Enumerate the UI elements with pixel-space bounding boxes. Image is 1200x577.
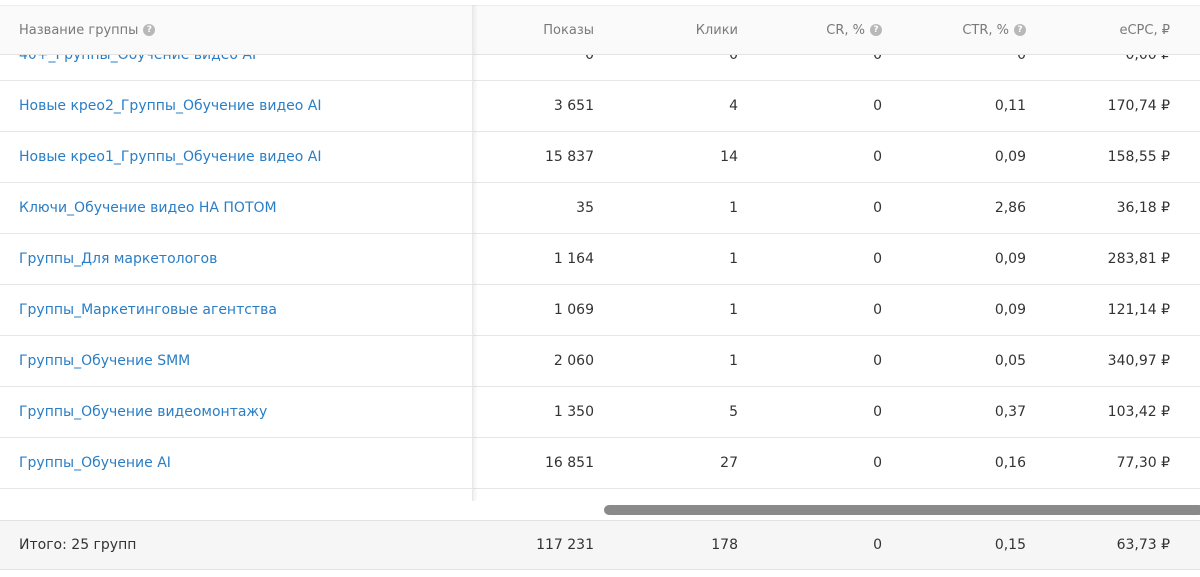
ecpc-value: 36,18 ₽ (1116, 200, 1170, 216)
column-header-ctr[interactable]: CTR, % ? (962, 6, 1026, 54)
ecpc-value: 158,55 ₽ (1107, 149, 1170, 165)
ecpc-value: 340,97 ₽ (1107, 353, 1170, 369)
group-name-link[interactable]: Новые крео1_Группы_Обучение видео AI (19, 149, 321, 165)
table-row[interactable]: Группы_Маркетинговые агентства 1 069 1 0… (0, 285, 1200, 336)
table-row[interactable]: Новые крео1_Группы_Обучение видео AI 15 … (0, 132, 1200, 183)
table-row[interactable]: Новые крео2_Группы_Обучение видео AI 3 6… (0, 81, 1200, 132)
totals-ecpc: 63,73 ₽ (1116, 537, 1170, 553)
cr-value: 0 (873, 149, 882, 165)
column-header-ecpc-label: eCPC, ₽ (1119, 22, 1170, 38)
column-header-clicks[interactable]: Клики (696, 6, 738, 54)
clicks-value: 1 (729, 353, 738, 369)
ctr-value: 2,86 (994, 200, 1026, 216)
shows-value: 1 069 (553, 302, 594, 318)
group-name-link[interactable]: Группы_Обучение AI (19, 455, 171, 471)
clicks-value: 14 (720, 149, 738, 165)
ctr-value: 0,09 (994, 302, 1026, 318)
totals-cr: 0 (873, 537, 882, 553)
totals-shows: 117 231 (536, 537, 594, 553)
clicks-value: 27 (720, 455, 738, 471)
shows-value: 1 164 (553, 251, 594, 267)
ecpc-value: 170,74 ₽ (1107, 98, 1170, 114)
ctr-value: 0,37 (994, 404, 1026, 420)
table-row[interactable]: Ключи_Обучение видео НА ПОТОМ 35 1 0 2,8… (0, 183, 1200, 234)
table-row[interactable]: Группы_Обучение SMM 2 060 1 0 0,05 340,9… (0, 336, 1200, 387)
column-header-ecpc[interactable]: eCPC, ₽ (1119, 6, 1170, 54)
clicks-value: 1 (729, 200, 738, 216)
cr-value: 0 (873, 98, 882, 114)
group-name-link[interactable]: Группы_Обучение SMM (19, 353, 190, 369)
column-header-cr-label: CR, % (826, 22, 865, 38)
group-name-link[interactable]: Новые крео2_Группы_Обучение видео AI (19, 98, 321, 114)
totals-clicks: 178 (711, 537, 738, 553)
ctr-value: 0,16 (994, 455, 1026, 471)
shows-value: 3 651 (553, 98, 594, 114)
cr-value: 0 (873, 251, 882, 267)
table-header: Название группы ? Показы Клики CR, % ? C… (0, 5, 1200, 55)
cr-value: 0 (873, 455, 882, 471)
column-header-cr[interactable]: CR, % ? (826, 6, 882, 54)
group-name-link[interactable]: Группы_Маркетинговые агентства (19, 302, 277, 318)
ecpc-value: 283,81 ₽ (1107, 251, 1170, 267)
ctr-value: 0,09 (994, 251, 1026, 267)
cr-value: 0 (873, 353, 882, 369)
shows-value: 2 060 (553, 353, 594, 369)
groups-table: Название группы ? Показы Клики CR, % ? C… (0, 0, 1200, 577)
scrollbar-thumb[interactable] (604, 505, 1200, 515)
ecpc-value: 77,30 ₽ (1116, 455, 1170, 471)
ctr-value: 0,05 (994, 353, 1026, 369)
column-header-name-label: Название группы (19, 22, 139, 38)
shows-value: 35 (576, 200, 594, 216)
help-icon[interactable]: ? (1014, 24, 1026, 36)
totals-label: Итого: 25 групп (19, 537, 137, 553)
clicks-value: 1 (729, 251, 738, 267)
help-icon[interactable]: ? (143, 24, 156, 36)
ecpc-value: 121,14 ₽ (1107, 302, 1170, 318)
column-header-shows-label: Показы (543, 22, 594, 38)
help-icon[interactable]: ? (870, 24, 882, 36)
cr-value: 0 (873, 404, 882, 420)
group-name-link[interactable]: Ключи_Обучение видео НА ПОТОМ (19, 200, 277, 216)
column-header-ctr-label: CTR, % (962, 22, 1009, 38)
cr-value: 0 (873, 302, 882, 318)
group-name-link[interactable]: Группы_Обучение видеомонтажу (19, 404, 267, 420)
column-header-clicks-label: Клики (695, 22, 738, 38)
ecpc-value: 103,42 ₽ (1107, 404, 1170, 420)
shows-value: 1 350 (553, 404, 594, 420)
totals-ctr: 0,15 (994, 537, 1026, 553)
shows-value: 16 851 (545, 455, 594, 471)
column-header-shows[interactable]: Показы (543, 6, 594, 54)
column-header-name[interactable]: Название группы ? (19, 6, 156, 54)
ctr-value: 0,11 (994, 98, 1026, 114)
cr-value: 0 (873, 200, 882, 216)
table-row[interactable]: Группы_Для маркетологов 1 164 1 0 0,09 2… (0, 234, 1200, 285)
clicks-value: 1 (729, 302, 738, 318)
horizontal-scrollbar[interactable] (604, 505, 1200, 515)
shows-value: 15 837 (545, 149, 594, 165)
table-footer-totals: Итого: 25 групп 117 231 178 0 0,15 63,73… (0, 520, 1200, 570)
table-row[interactable]: Группы_Обучение видеомонтажу 1 350 5 0 0… (0, 387, 1200, 438)
group-name-link[interactable]: Группы_Для маркетологов (19, 251, 217, 267)
clicks-value: 5 (729, 404, 738, 420)
ctr-value: 0,09 (994, 149, 1026, 165)
sticky-column-divider (472, 5, 478, 501)
table-row[interactable]: Группы_Обучение AI 16 851 27 0 0,16 77,3… (0, 438, 1200, 489)
clicks-value: 4 (729, 98, 738, 114)
